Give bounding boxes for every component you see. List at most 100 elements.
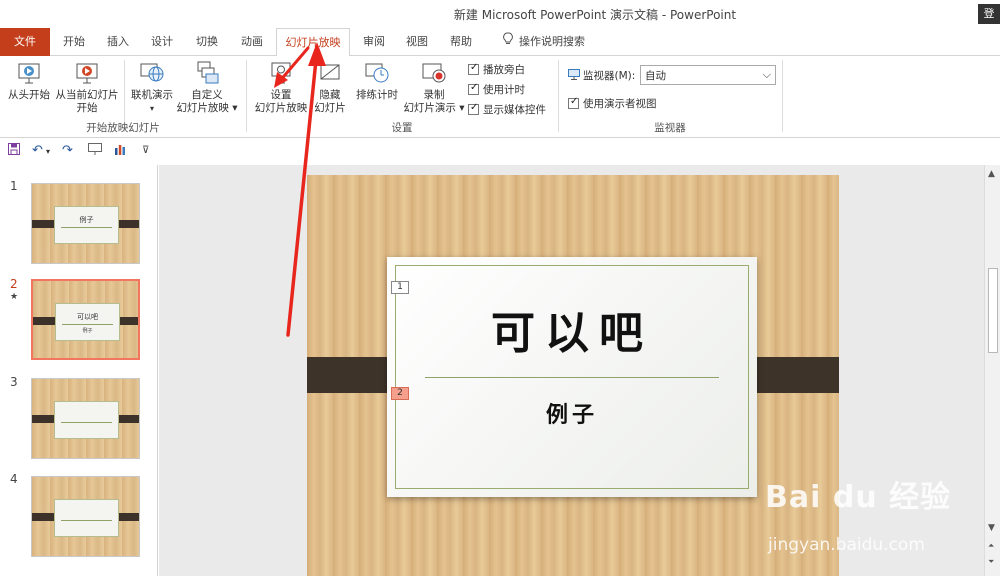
- tell-me-search[interactable]: 操作说明搜索: [494, 28, 594, 56]
- slide-thumbnail-1[interactable]: 例子: [31, 183, 140, 264]
- animation-tag-1[interactable]: 1: [391, 281, 409, 294]
- tab-file[interactable]: 文件: [0, 28, 50, 56]
- monitor-select[interactable]: 自动 ⌵: [640, 65, 776, 85]
- slide-divider: [425, 377, 719, 378]
- undo-dropdown-icon[interactable]: ▾: [46, 147, 50, 156]
- undo-icon[interactable]: ↶: [32, 143, 43, 158]
- tell-me-label: 操作说明搜索: [519, 35, 585, 48]
- slide-band-right: [743, 357, 839, 393]
- chevron-down-icon: ⌵: [762, 68, 771, 81]
- scroll-up-icon[interactable]: ▲: [988, 169, 995, 179]
- animation-tag-2[interactable]: 2: [391, 387, 409, 400]
- watermark-logo: Bai du 经验: [765, 480, 952, 515]
- thumb-title: 可以吧: [77, 313, 98, 321]
- presenter-icon[interactable]: [88, 143, 102, 159]
- tab-review[interactable]: 审阅: [356, 28, 392, 56]
- checkbox-checked-icon: [468, 102, 479, 115]
- previous-slide-icon[interactable]: ⏶: [988, 541, 994, 551]
- tab-home[interactable]: 开始: [56, 28, 92, 56]
- thumb-subtitle: 例子: [82, 328, 93, 334]
- from-beginning-button[interactable]: 从头开始: [6, 60, 52, 102]
- title-bar: 新建 Microsoft PowerPoint 演示文稿 - PowerPoin…: [0, 0, 1000, 28]
- ribbon-separator: [782, 60, 783, 132]
- scrollbar-thumb[interactable]: [988, 268, 998, 353]
- tab-help[interactable]: 帮助: [443, 28, 479, 56]
- customize-toolbar-icon[interactable]: ⊽: [142, 145, 149, 156]
- slide-number: 2: [10, 277, 18, 291]
- setup-slideshow-button[interactable]: 设置 幻灯片放映: [252, 60, 310, 115]
- record-label-1: 录制: [423, 89, 445, 101]
- slide-thumbnail-4[interactable]: [31, 476, 140, 557]
- thumb-title: 例子: [79, 216, 94, 224]
- chart-icon[interactable]: [114, 143, 126, 159]
- slide-thumbnail-3[interactable]: [31, 378, 140, 459]
- checkbox-checked-icon: [468, 62, 479, 75]
- lightbulb-icon: [503, 28, 513, 56]
- globe-icon: [140, 63, 164, 82]
- custom-show-icon: [197, 61, 219, 84]
- dropdown-arrow-icon: ▾: [149, 104, 154, 113]
- presenter-view-checkbox[interactable]: 使用演示者视图: [568, 96, 657, 111]
- from-current-label-2: 开始: [76, 102, 98, 114]
- slide-title[interactable]: 可以吧: [387, 297, 757, 361]
- current-slide[interactable]: 可以吧 例子 1 2: [307, 175, 839, 576]
- checkbox-checked-icon: [568, 96, 579, 109]
- transition-star-icon: ★: [10, 292, 19, 302]
- setup-show-icon: [271, 62, 291, 84]
- monitor-icon: [568, 69, 580, 80]
- monitor-select-value: 自动: [645, 70, 666, 82]
- hide-label-2: 幻灯片: [314, 102, 346, 114]
- stopwatch-icon: [365, 63, 389, 83]
- play-from-start-icon: [18, 63, 40, 84]
- group-label-setup: 设置: [391, 122, 413, 134]
- use-timings-checkbox[interactable]: 使用计时: [468, 82, 525, 97]
- save-icon[interactable]: [8, 143, 20, 159]
- hide-slide-button[interactable]: 隐藏 幻灯片: [312, 60, 348, 115]
- monitor-label: 监视器(M):: [568, 68, 635, 83]
- from-beginning-label: 从头开始: [8, 89, 50, 101]
- record-label-2: 幻灯片演示 ▾: [403, 102, 465, 114]
- thumb-card: 例子: [54, 206, 119, 244]
- ribbon: 从头开始 从当前幻灯片 开始 联机演示 ▾ 自定义 幻灯片放映 ▾ 开始放映幻灯…: [0, 56, 1000, 138]
- from-current-button[interactable]: 从当前幻灯片 开始: [54, 60, 120, 115]
- redo-icon[interactable]: ↷: [62, 143, 73, 158]
- setup-label-2: 幻灯片放映: [254, 102, 308, 114]
- slide-thumbnail-pane: 1 例子 2 ★ 可以吧 例子 3 4: [0, 165, 158, 576]
- slide-number: 4: [10, 472, 18, 486]
- login-button[interactable]: 登: [978, 4, 1000, 24]
- watermark-url: jingyan.baidu.com: [768, 535, 925, 555]
- thumb-card: 可以吧 例子: [55, 303, 120, 341]
- tab-view[interactable]: 视图: [399, 28, 435, 56]
- play-narration-checkbox[interactable]: 播放旁白: [468, 62, 525, 77]
- tab-animations[interactable]: 动画: [234, 28, 270, 56]
- group-label-monitor: 监视器: [654, 122, 686, 134]
- checkbox-checked-icon: [468, 82, 479, 95]
- play-from-current-icon: [76, 63, 98, 84]
- scroll-down-icon[interactable]: ▼: [988, 523, 995, 533]
- custom-label-1: 自定义: [191, 89, 223, 101]
- group-label-start: 开始放映幻灯片: [86, 122, 160, 134]
- present-online-button[interactable]: 联机演示 ▾: [128, 60, 176, 115]
- slide-subtitle[interactable]: 例子: [387, 397, 757, 429]
- thumb-card: [54, 499, 119, 537]
- record-slideshow-button[interactable]: 录制 幻灯片演示 ▾: [402, 60, 466, 115]
- vertical-scrollbar[interactable]: ▲ ▼ ⏶ ⏷: [984, 165, 1000, 576]
- custom-slideshow-button[interactable]: 自定义 幻灯片放映 ▾: [176, 60, 238, 115]
- slide-thumbnail-2[interactable]: 可以吧 例子: [31, 279, 140, 360]
- ribbon-separator: [246, 60, 247, 132]
- tab-design[interactable]: 设计: [144, 28, 180, 56]
- slide-card: 可以吧 例子: [387, 257, 757, 497]
- quick-access-toolbar: ↶ ▾ ↷ ⊽: [0, 139, 1000, 165]
- tab-insert[interactable]: 插入: [100, 28, 136, 56]
- thumb-card: [54, 401, 119, 439]
- tab-transitions[interactable]: 切换: [189, 28, 225, 56]
- next-slide-icon[interactable]: ⏷: [988, 557, 994, 567]
- show-media-controls-checkbox[interactable]: 显示媒体控件: [468, 102, 546, 117]
- rehearse-timings-button[interactable]: 排练计时: [352, 60, 402, 102]
- window-title: 新建 Microsoft PowerPoint 演示文稿 - PowerPoin…: [453, 8, 737, 22]
- slide-number: 1: [10, 179, 18, 193]
- present-online-label: 联机演示: [131, 89, 173, 101]
- ribbon-tabs: 文件 开始 插入 设计 切换 动画 幻灯片放映 审阅 视图 帮助 操作说明搜索: [0, 28, 1000, 57]
- tab-slideshow[interactable]: 幻灯片放映: [276, 28, 350, 57]
- rehearse-label: 排练计时: [356, 89, 398, 101]
